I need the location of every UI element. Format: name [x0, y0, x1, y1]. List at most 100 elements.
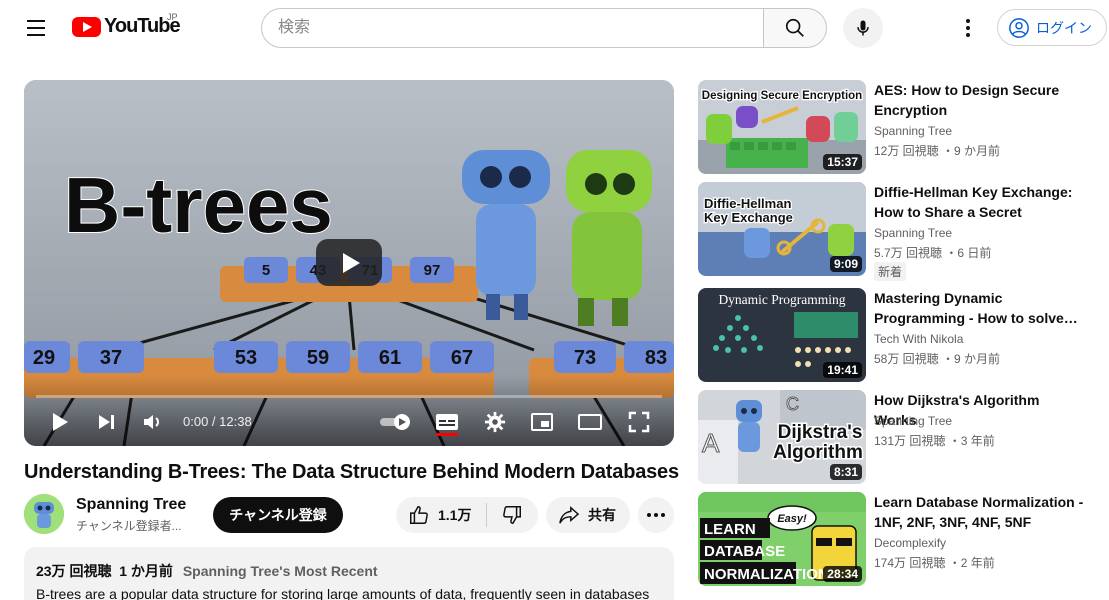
duration-badge: 8:31 — [829, 464, 862, 480]
recommendation-meta: 131万 回視聴 ・3 年前 — [874, 434, 995, 448]
hamburger-menu-icon[interactable] — [22, 14, 50, 42]
playlist-tag[interactable]: Spanning Tree's Most Recent — [183, 563, 378, 579]
fullscreen-button[interactable] — [624, 406, 654, 438]
channel-avatar[interactable] — [24, 494, 64, 534]
recommendation-channel[interactable]: Decomplexify — [874, 536, 946, 550]
subtitles-active-indicator — [436, 433, 458, 436]
svg-text:Key Exchange: Key Exchange — [704, 210, 793, 225]
progress-bar[interactable] — [36, 395, 662, 398]
description-meta: 23万 回視聴 1 か月前 Spanning Tree's Most Recen… — [36, 561, 662, 581]
recommendation-title: Mastering Dynamic Programming - How to so… — [874, 290, 1078, 326]
svg-text:Dynamic Programming: Dynamic Programming — [718, 292, 845, 307]
recommendation-item[interactable]: Designing Secure Encryption 15:37 AES: H… — [698, 80, 1098, 174]
autoplay-toggle[interactable] — [376, 406, 416, 438]
settings-button[interactable] — [480, 406, 510, 438]
like-count: 1.1万 — [438, 507, 472, 523]
thumbs-down-icon — [503, 506, 521, 524]
voice-search-button[interactable] — [843, 8, 883, 48]
recommendation-title: Diffie-Hellman Key Exchange: How to Share… — [874, 184, 1073, 220]
subscribe-button[interactable]: チャンネル登録 — [213, 497, 343, 533]
recommendation-title: Learn Database Normalization -1NF, 2NF, … — [874, 494, 1084, 530]
recommendation-channel[interactable]: Tech With Nikola — [874, 332, 963, 346]
thumbnail-title: B-trees — [64, 161, 333, 249]
search-bar — [261, 8, 827, 48]
play-button[interactable] — [46, 406, 74, 438]
theater-mode-button[interactable] — [574, 406, 606, 438]
recommendation-item[interactable]: Easy! LEARN DATABASE NORMALIZATION 28:34… — [698, 492, 1098, 586]
recommendation-meta: 174万 回視聴 ・2 年前 — [874, 556, 995, 570]
search-button[interactable] — [763, 8, 827, 48]
duration-badge: 19:41 — [823, 362, 862, 378]
new-badge: 新着 — [874, 262, 907, 281]
share-button[interactable]: 共有 — [546, 497, 630, 533]
youtube-logo[interactable]: YouTube — [72, 15, 181, 38]
svg-text:Diffie-Hellman: Diffie-Hellman — [704, 196, 791, 211]
description-text: B-trees are a popular data structure for… — [36, 586, 650, 600]
recommendation-title: AES: How to Design Secure Encryption — [874, 82, 1060, 118]
recommendation-meta: 12万 回視聴 ・9 か月前 — [874, 144, 1001, 158]
volume-button[interactable] — [138, 406, 168, 438]
recommendation-thumbnail[interactable]: Designing Secure Encryption 15:37 — [698, 80, 866, 174]
time-display: 0:00 / 12:38 — [183, 414, 252, 429]
svg-text:83: 83 — [645, 347, 667, 369]
svg-text:61: 61 — [379, 347, 401, 369]
svg-text:DATABASE: DATABASE — [704, 543, 785, 560]
account-icon — [1009, 17, 1029, 38]
svg-text:5: 5 — [262, 262, 270, 279]
theater-mode-icon — [578, 414, 602, 430]
search-input[interactable] — [261, 8, 763, 48]
next-button[interactable] — [92, 406, 120, 438]
svg-text:Designing Secure Encryption: Designing Secure Encryption — [702, 90, 862, 102]
recommendation-thumbnail[interactable]: A C Dijkstra's Algorithm 8:31 — [698, 390, 866, 484]
recommendation-meta: 5.7万 回視聴 ・6 日前 — [874, 246, 992, 260]
recommendation-meta: 58万 回視聴 ・9 か月前 — [874, 352, 1001, 366]
subscriber-count: チャンネル登録者... — [76, 519, 182, 533]
dislike-button[interactable] — [487, 497, 537, 533]
duration-badge: 9:09 — [829, 256, 862, 272]
svg-text:53: 53 — [235, 347, 257, 369]
login-button[interactable]: ログイン — [997, 9, 1107, 46]
recommendation-thumbnail[interactable]: Dynamic Programming 19:41 — [698, 288, 866, 382]
channel-name[interactable]: Spanning Tree — [76, 496, 186, 514]
description-box[interactable]: 23万 回視聴 1 か月前 Spanning Tree's Most Recen… — [24, 547, 674, 600]
gear-icon — [484, 411, 506, 433]
center-play-button[interactable] — [316, 239, 382, 286]
miniplayer-button[interactable] — [527, 406, 557, 438]
recommendation-thumbnail[interactable]: Diffie-Hellman Key Exchange 9:09 — [698, 182, 866, 276]
next-icon — [99, 415, 114, 429]
recommendation-channel[interactable]: Spanning Tree — [874, 226, 952, 240]
share-label: 共有 — [588, 507, 616, 523]
microphone-icon — [857, 20, 869, 36]
leaf-keys: 29 37 53 59 61 67 73 83 — [24, 341, 674, 373]
recommendation-channel[interactable]: Spanning Tree — [874, 124, 952, 138]
svg-text:67: 67 — [451, 347, 473, 369]
like-button[interactable]: 1.1万 — [396, 497, 486, 533]
login-label: ログイン — [1036, 19, 1092, 36]
recommendation-item[interactable]: Diffie-Hellman Key Exchange 9:09 Diffie-… — [698, 182, 1098, 281]
like-dislike-group: 1.1万 — [396, 497, 538, 533]
more-actions-icon[interactable] — [638, 497, 674, 533]
thumbs-up-icon — [410, 506, 428, 524]
svg-text:37: 37 — [100, 347, 122, 369]
settings-menu-icon[interactable] — [954, 14, 982, 42]
fullscreen-icon — [628, 411, 650, 433]
svg-text:Algorithm: Algorithm — [773, 442, 863, 463]
upload-age: 1 か月前 — [119, 563, 173, 579]
video-player[interactable]: 5 43 71 97 29 37 53 59 61 67 73 83 — [24, 80, 674, 446]
svg-text:97: 97 — [424, 262, 441, 279]
recommendation-item[interactable]: A C Dijkstra's Algorithm 8:31 How Dijkst… — [698, 390, 1098, 484]
play-icon — [53, 413, 68, 431]
youtube-play-logo-icon — [72, 16, 101, 37]
volume-icon — [144, 415, 159, 429]
svg-text:59: 59 — [307, 347, 329, 369]
recommendation-channel[interactable]: Spanning Tree — [874, 414, 952, 428]
subtitles-icon — [436, 414, 458, 430]
recommendation-thumbnail[interactable]: Easy! LEARN DATABASE NORMALIZATION 28:34 — [698, 492, 866, 586]
recommendation-item[interactable]: Dynamic Programming 19:41 Mastering Dyna… — [698, 288, 1098, 382]
search-icon — [785, 18, 804, 37]
duration-badge: 28:34 — [823, 566, 862, 582]
view-count: 23万 回視聴 — [36, 563, 112, 579]
duration-badge: 15:37 — [823, 154, 862, 170]
svg-text:C: C — [786, 394, 799, 414]
svg-text:NORMALIZATION: NORMALIZATION — [704, 566, 829, 583]
